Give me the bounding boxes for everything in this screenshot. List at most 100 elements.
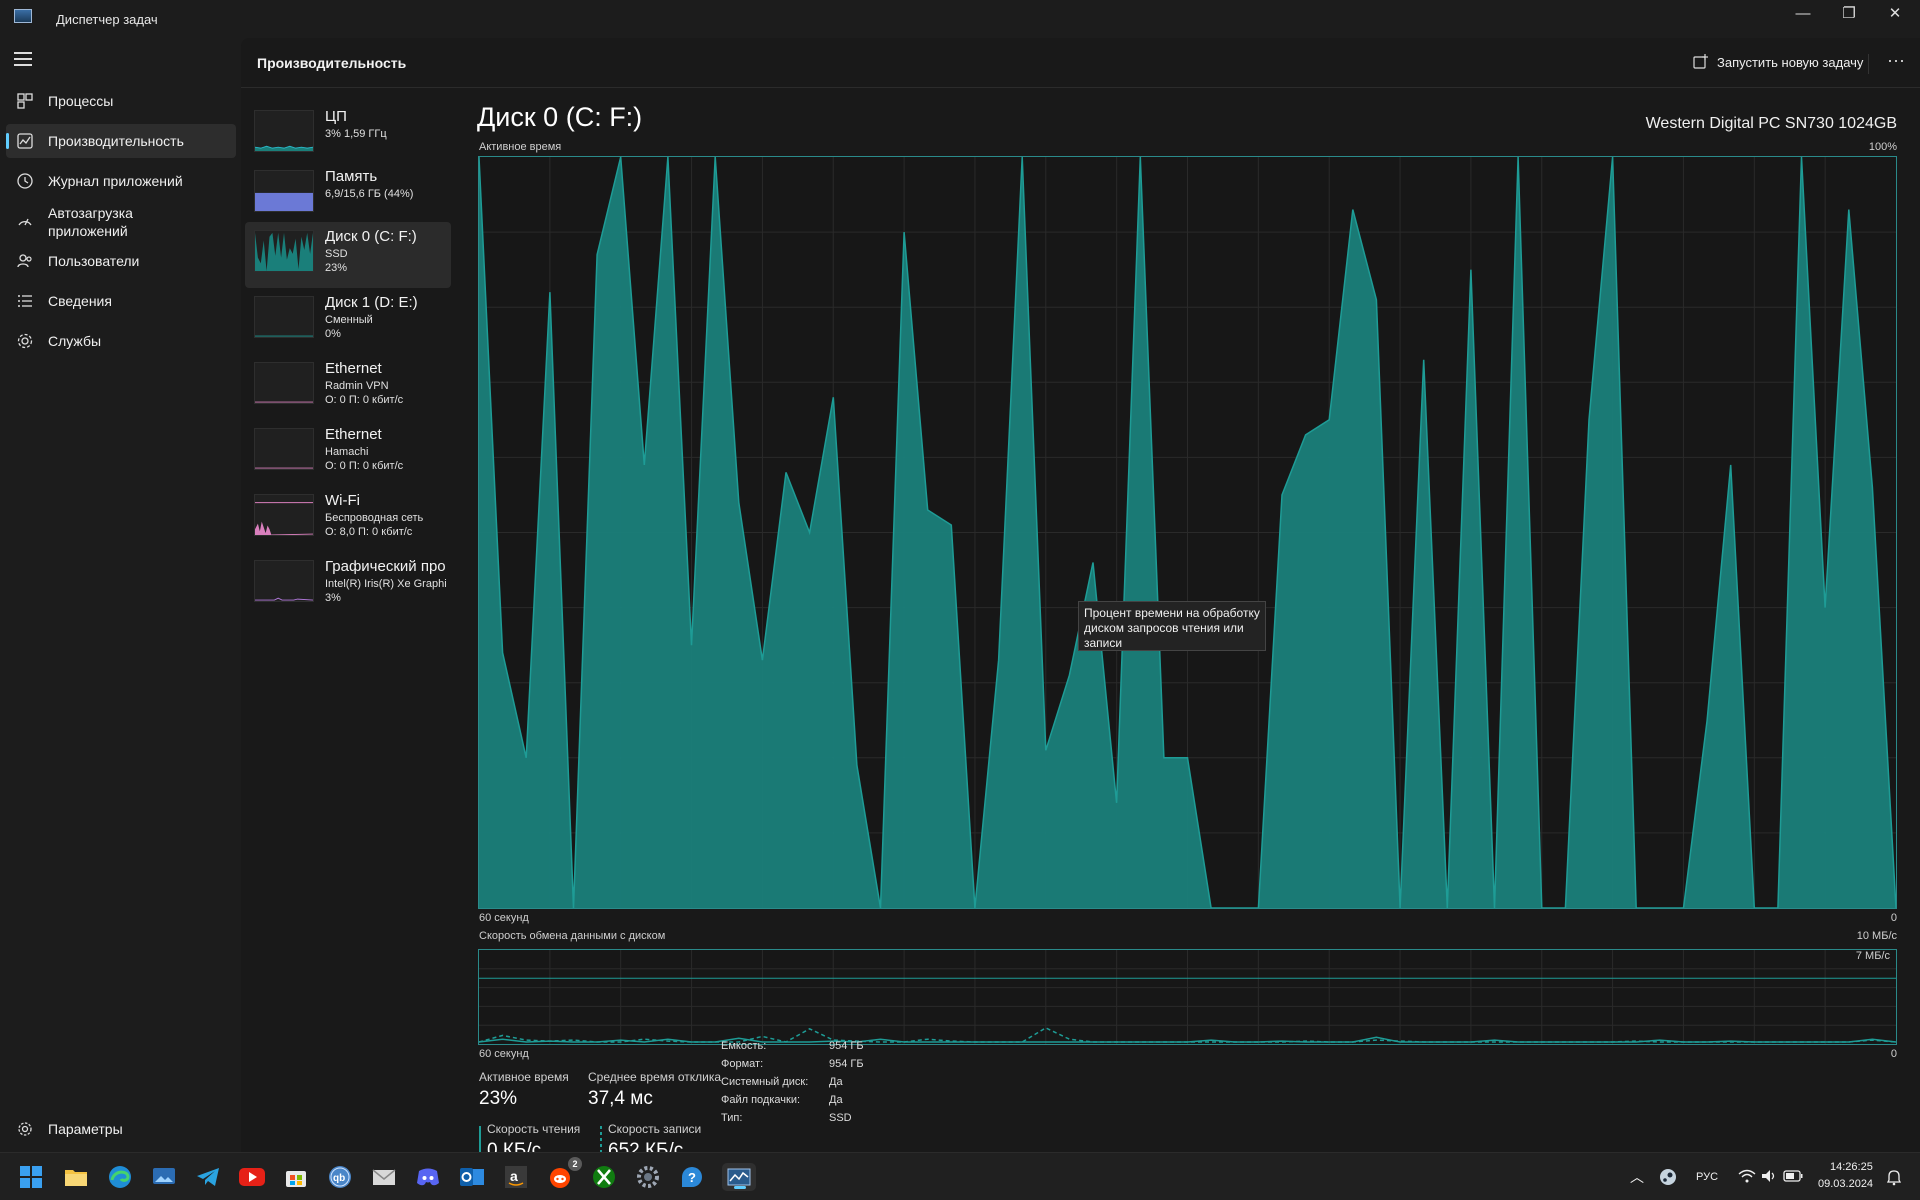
prop-key: Файл подкачки: (721, 1094, 801, 1106)
nav-item-startup-apps[interactable]: Автозагрузка приложений (6, 200, 236, 244)
settings-icon[interactable] (634, 1163, 662, 1191)
navigation-sidebar: Процессы Производительность Журнал прило… (0, 38, 241, 1152)
prop-key: Емкость: (721, 1040, 767, 1052)
stat-avg-response: Среднее время отклика 37,4 мс (588, 1070, 721, 1110)
telegram-icon[interactable] (194, 1163, 222, 1191)
task-manager-icon[interactable] (722, 1163, 756, 1191)
stat-value: 37,4 мс (588, 1088, 653, 1109)
battery-icon[interactable] (1782, 1165, 1804, 1187)
svg-text:a: a (510, 1168, 518, 1184)
nav-label: Сведения (48, 293, 112, 309)
prop-key: Системный диск: (721, 1076, 809, 1088)
services-icon (17, 333, 33, 349)
nav-item-app-history[interactable]: Журнал приложений (6, 164, 236, 198)
file-explorer-icon[interactable] (62, 1163, 90, 1191)
window-title: Диспетчер задач (56, 12, 158, 27)
more-options-button[interactable]: ··· (1881, 51, 1911, 75)
stat-label: Скорость записи (608, 1122, 702, 1136)
clock-date[interactable]: 09.03.2024 (1818, 1178, 1873, 1190)
device-usage: 23% (325, 262, 348, 274)
photos-icon[interactable] (150, 1163, 178, 1191)
device-name: Диск 0 (C: F:) (325, 228, 417, 245)
tray-overflow-chevron-icon[interactable]: ︿ (1630, 1167, 1644, 1187)
input-language-indicator[interactable]: РУС (1696, 1171, 1718, 1183)
device-item-memory[interactable]: Память 6,9/15,6 ГБ (44%) (245, 162, 451, 228)
minimize-button[interactable]: — (1780, 0, 1826, 30)
nav-item-details[interactable]: Сведения (6, 284, 236, 318)
nav-item-settings[interactable]: Параметры (6, 1112, 236, 1146)
stat-value: 23% (479, 1088, 518, 1109)
device-item-ethernet-radmin[interactable]: Ethernet Radmin VPN О: 0 П: 0 кбит/с (245, 354, 451, 420)
disk-title: Диск 0 (C: F:) (477, 102, 643, 132)
app-history-icon (17, 173, 33, 189)
gear-icon (18, 1122, 32, 1136)
close-button[interactable]: ✕ (1872, 0, 1918, 30)
main-content: Производительность Запустить новую задач… (241, 38, 1920, 1164)
svg-text:qb: qb (333, 1173, 345, 1184)
axis-zero-label: 0 (1890, 912, 1897, 924)
taskbar: qb a 2 ? ︿ РУС 14:26:25 09.03.2024 (0, 1152, 1920, 1200)
graph-tooltip: Процент времени на обработку диском запр… (1078, 601, 1266, 651)
youtube-icon[interactable] (238, 1163, 266, 1191)
users-icon (17, 254, 32, 268)
run-new-task-label: Запустить новую задачу (1717, 55, 1864, 70)
device-detail: Сменный (325, 314, 373, 326)
outlook-icon[interactable] (458, 1163, 486, 1191)
nav-item-performance[interactable]: Производительность (6, 124, 236, 158)
svg-text:?: ? (688, 1170, 696, 1185)
device-usage: 3% (325, 592, 341, 604)
clock-time[interactable]: 14:26:25 (1830, 1161, 1873, 1173)
stat-active-time: Активное время 23% (479, 1070, 569, 1110)
nav-item-services[interactable]: Службы (6, 324, 236, 358)
notification-bell-icon[interactable] (1882, 1165, 1906, 1189)
mail-icon[interactable] (370, 1163, 398, 1191)
transfer-rate-label: Скорость обмена данными с диском (479, 930, 666, 942)
reddit-icon[interactable]: 2 (546, 1157, 582, 1191)
device-item-ethernet-hamachi[interactable]: Ethernet Hamachi О: 0 П: 0 кбит/с (245, 420, 451, 486)
stat-label: Скорость чтения (487, 1122, 581, 1136)
device-usage: О: 0 П: 0 кбит/с (325, 394, 404, 406)
device-detail: Radmin VPN (325, 380, 389, 392)
device-item-cpu[interactable]: ЦП 3% 1,59 ГГц (245, 102, 451, 168)
notification-badge: 2 (568, 1157, 582, 1171)
device-detail: Hamachi (325, 446, 369, 458)
device-item-wifi[interactable]: Wi-Fi Беспроводная сеть О: 8,0 П: 0 кбит… (245, 486, 451, 552)
wifi-icon[interactable] (1736, 1165, 1758, 1187)
nav-label: Службы (48, 333, 102, 349)
device-detail: SSD (325, 248, 348, 260)
edge-icon[interactable] (106, 1163, 134, 1191)
qbittorrent-icon[interactable]: qb (326, 1163, 354, 1191)
active-time-max-label: 100% (1868, 141, 1897, 153)
nav-item-users[interactable]: Пользователи (6, 244, 236, 278)
page-title: Производительность (257, 55, 407, 71)
task-manager-app-icon (14, 9, 32, 23)
device-name: Диск 1 (D: E:) (325, 294, 418, 311)
axis-zero-label: 0 (1890, 1048, 1897, 1060)
device-item-gpu[interactable]: Графический про Intel(R) Iris(R) Xe Grap… (245, 552, 451, 618)
startup-apps-icon (18, 218, 32, 226)
device-detail: Intel(R) Iris(R) Xe Graphi (325, 578, 447, 590)
wifi-thumbnail-graph (254, 494, 314, 536)
discord-icon[interactable] (414, 1163, 442, 1191)
xbox-icon[interactable] (590, 1163, 618, 1191)
time-span-label: 60 секунд (479, 912, 529, 924)
transfer-max-label: 10 МБ/с (1856, 930, 1897, 942)
transfer-mid-label: 7 МБ/с (1855, 950, 1890, 962)
stat-label: Среднее время отклика (588, 1070, 722, 1084)
amazon-icon[interactable]: a (502, 1163, 530, 1191)
restore-button[interactable]: ❐ (1826, 0, 1872, 30)
hamburger-menu-icon[interactable] (14, 52, 32, 66)
store-icon[interactable] (282, 1163, 310, 1191)
device-item-disk1[interactable]: Диск 1 (D: E:) Сменный 0% (245, 288, 451, 354)
header-divider (1868, 54, 1869, 74)
windows-start-icon[interactable] (17, 1163, 45, 1191)
device-item-disk0[interactable]: Диск 0 (C: F:) SSD 23% (245, 222, 451, 288)
volume-icon[interactable] (1758, 1165, 1780, 1187)
prop-value: 954 ГБ (829, 1058, 864, 1070)
nav-item-processes[interactable]: Процессы (6, 84, 236, 118)
help-icon[interactable]: ? (678, 1163, 706, 1191)
device-usage: О: 8,0 П: 0 кбит/с (325, 526, 413, 538)
device-name: ЦП (325, 108, 347, 125)
steam-icon[interactable] (1656, 1165, 1680, 1189)
disk-model: Western Digital PC SN730 1024GB (1645, 115, 1897, 132)
